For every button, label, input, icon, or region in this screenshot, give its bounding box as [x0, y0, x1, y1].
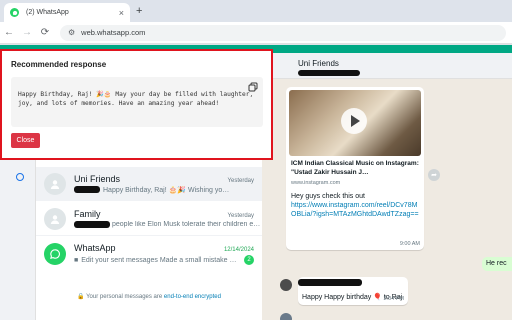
close-button[interactable]: Close [11, 133, 40, 148]
dialog-title: Recommended response [11, 60, 107, 69]
tab-close-icon[interactable]: × [119, 8, 124, 18]
chat-preview: Edit your sent messages Made a small mis… [81, 256, 237, 264]
whatsapp-avatar-icon [44, 243, 66, 265]
redacted-members [298, 70, 360, 76]
unread-badge: 2 [244, 255, 254, 265]
encryption-link[interactable]: end-to-end encrypted [164, 294, 221, 300]
chat-time: Yesterday [227, 177, 254, 184]
copy-icon[interactable] [248, 82, 258, 92]
message-link[interactable]: https://www.instagram.com/reel/DCv78MOBL… [289, 201, 421, 220]
link-preview-message[interactable]: ICM Indian Classical Music on Instagram:… [286, 87, 424, 250]
play-icon[interactable] [341, 108, 367, 134]
chat-item-uni-friends[interactable]: Uni Friends Yesterday Happy Birthday, Ra… [36, 167, 262, 201]
chat-item-whatsapp[interactable]: WhatsApp 12/14/2024 ■ Edit your sent mes… [36, 237, 262, 271]
forward-icon[interactable]: ➦ [428, 169, 440, 181]
chat-name: WhatsApp [74, 243, 116, 253]
back-icon[interactable]: ← [0, 27, 18, 38]
group-avatar-icon [44, 172, 66, 195]
url-text: web.whatsapp.com [81, 28, 146, 37]
new-tab-button[interactable]: + [136, 5, 142, 17]
chat-time: Yesterday [227, 213, 254, 219]
chat-name: Uni Friends [74, 173, 121, 184]
conversation-header[interactable]: Uni Friends [262, 53, 512, 79]
encryption-prefix: 🔒 Your personal messages are [77, 294, 164, 300]
chat-name: Family [74, 209, 101, 219]
message-time: 2:04 PM [383, 296, 404, 302]
message-time: 9:00 AM [399, 241, 420, 247]
sender-avatar[interactable] [280, 279, 292, 291]
redacted-sender [298, 279, 362, 286]
redacted-sender [74, 186, 100, 193]
tab-title: (2) WhatsApp [26, 9, 69, 16]
response-text-box: Happy Birthday, Raj! 🎉🎂 May your day be … [11, 77, 263, 127]
response-text: Happy Birthday, Raj! 🎉🎂 May your day be … [18, 91, 254, 107]
reload-icon[interactable]: ⟳ [36, 27, 54, 38]
forward-icon[interactable]: → [18, 27, 36, 38]
browser-tabstrip: (2) WhatsApp × + [0, 0, 512, 22]
site-info-icon[interactable]: ⚙ [68, 28, 75, 37]
encryption-note: 🔒 Your personal messages are end-to-end … [36, 293, 262, 300]
status-icon[interactable] [16, 173, 24, 181]
conversation-pane: Uni Friends ICM Indian Classical Music o… [262, 53, 512, 320]
chat-preview: people like Elon Musk tolerate their chi… [112, 221, 261, 228]
outgoing-message[interactable]: He rec [482, 257, 512, 271]
whatsapp-favicon-icon [10, 8, 19, 17]
browser-toolbar: ← → ⟳ ⚙ web.whatsapp.com [0, 22, 512, 44]
chat-time: 12/14/2024 [223, 247, 254, 253]
link-title: ICM Indian Classical Music on Instagram:… [291, 160, 419, 176]
link-domain: www.instagram.com [291, 179, 341, 186]
chat-preview: Happy Birthday, Raj! 🎂🎉 Wishing yo… [103, 186, 230, 194]
chat-item-family[interactable]: Family Yesterday people like Elon Musk t… [36, 202, 262, 236]
conversation-title: Uni Friends [298, 59, 339, 68]
group-avatar-icon [44, 207, 66, 230]
video-thumbnail[interactable] [289, 90, 421, 156]
address-bar[interactable]: ⚙ web.whatsapp.com [60, 24, 506, 41]
sender-avatar[interactable] [280, 313, 292, 320]
redacted-sender [74, 221, 110, 228]
browser-tab[interactable]: (2) WhatsApp × [4, 3, 130, 22]
message-text: Hey guys check this out [291, 192, 365, 200]
recommended-response-dialog: Recommended response Happy Birthday, Raj… [0, 49, 273, 160]
video-icon: ■ [74, 256, 79, 264]
